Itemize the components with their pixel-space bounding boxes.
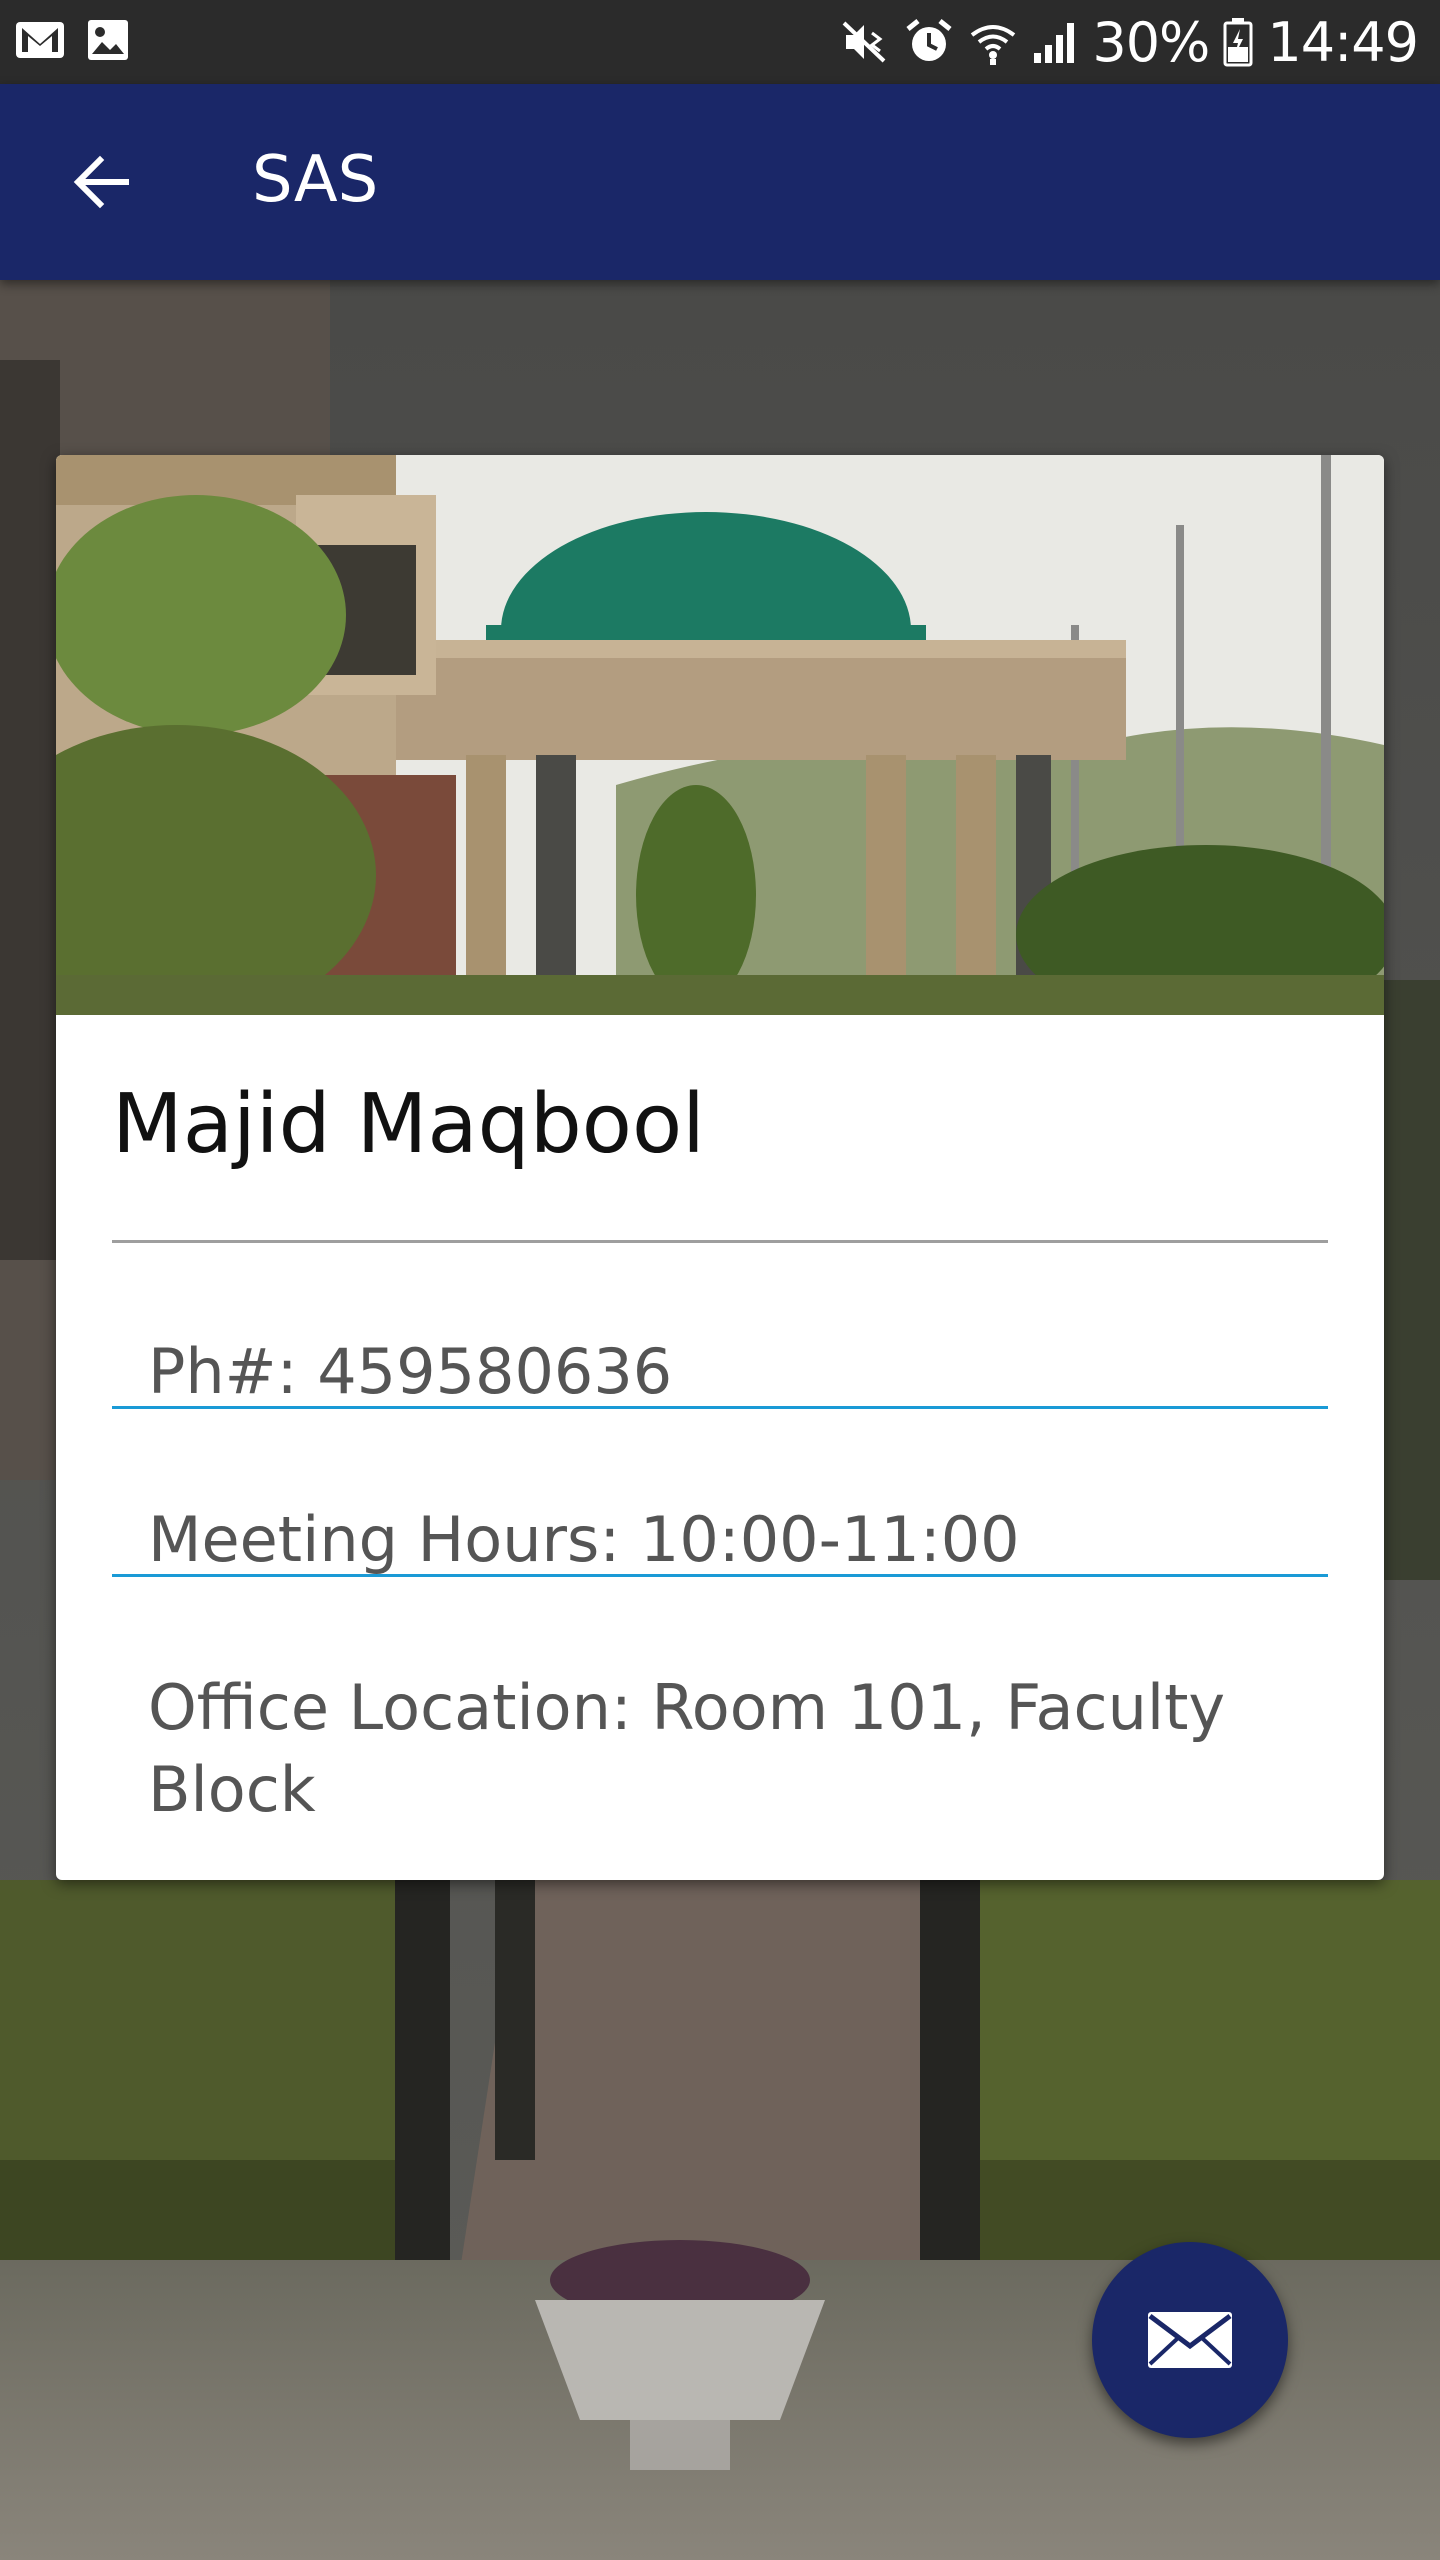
wifi-icon <box>971 25 1016 65</box>
arrow-back-icon <box>73 155 129 209</box>
gmail-icon <box>16 22 64 58</box>
back-button[interactable] <box>52 132 152 232</box>
battery-icon <box>1223 18 1253 67</box>
card-image <box>56 455 1384 1015</box>
email-fab-button[interactable] <box>1092 2242 1288 2438</box>
alarm-icon <box>906 19 952 61</box>
contact-card: Majid Maqbool Ph#: 459580636 Meeting Hou… <box>56 455 1384 1880</box>
contact-name: Majid Maqbool <box>112 1077 705 1172</box>
signal-icon <box>1034 23 1075 63</box>
meeting-hours: Meeting Hours: 10:00-11:00 <box>148 1503 1020 1576</box>
status-right-icons: 30% 14:49 <box>840 10 1419 74</box>
divider <box>112 1406 1328 1409</box>
app-bar: SAS <box>0 84 1440 280</box>
status-left-icons <box>14 18 130 62</box>
mute-vibrate-icon <box>842 21 886 63</box>
clock: 14:49 <box>1267 10 1419 74</box>
office-location: Office Location: Room 101, Faculty Block <box>148 1671 1226 1826</box>
image-icon <box>88 20 128 60</box>
divider <box>112 1240 1328 1243</box>
mail-icon <box>1148 2312 1232 2368</box>
status-bar: 30% 14:49 <box>0 0 1440 84</box>
page-title: SAS <box>252 143 379 217</box>
battery-percent: 30% <box>1092 10 1210 74</box>
divider <box>112 1574 1328 1577</box>
phone-number[interactable]: Ph#: 459580636 <box>148 1331 1328 1413</box>
